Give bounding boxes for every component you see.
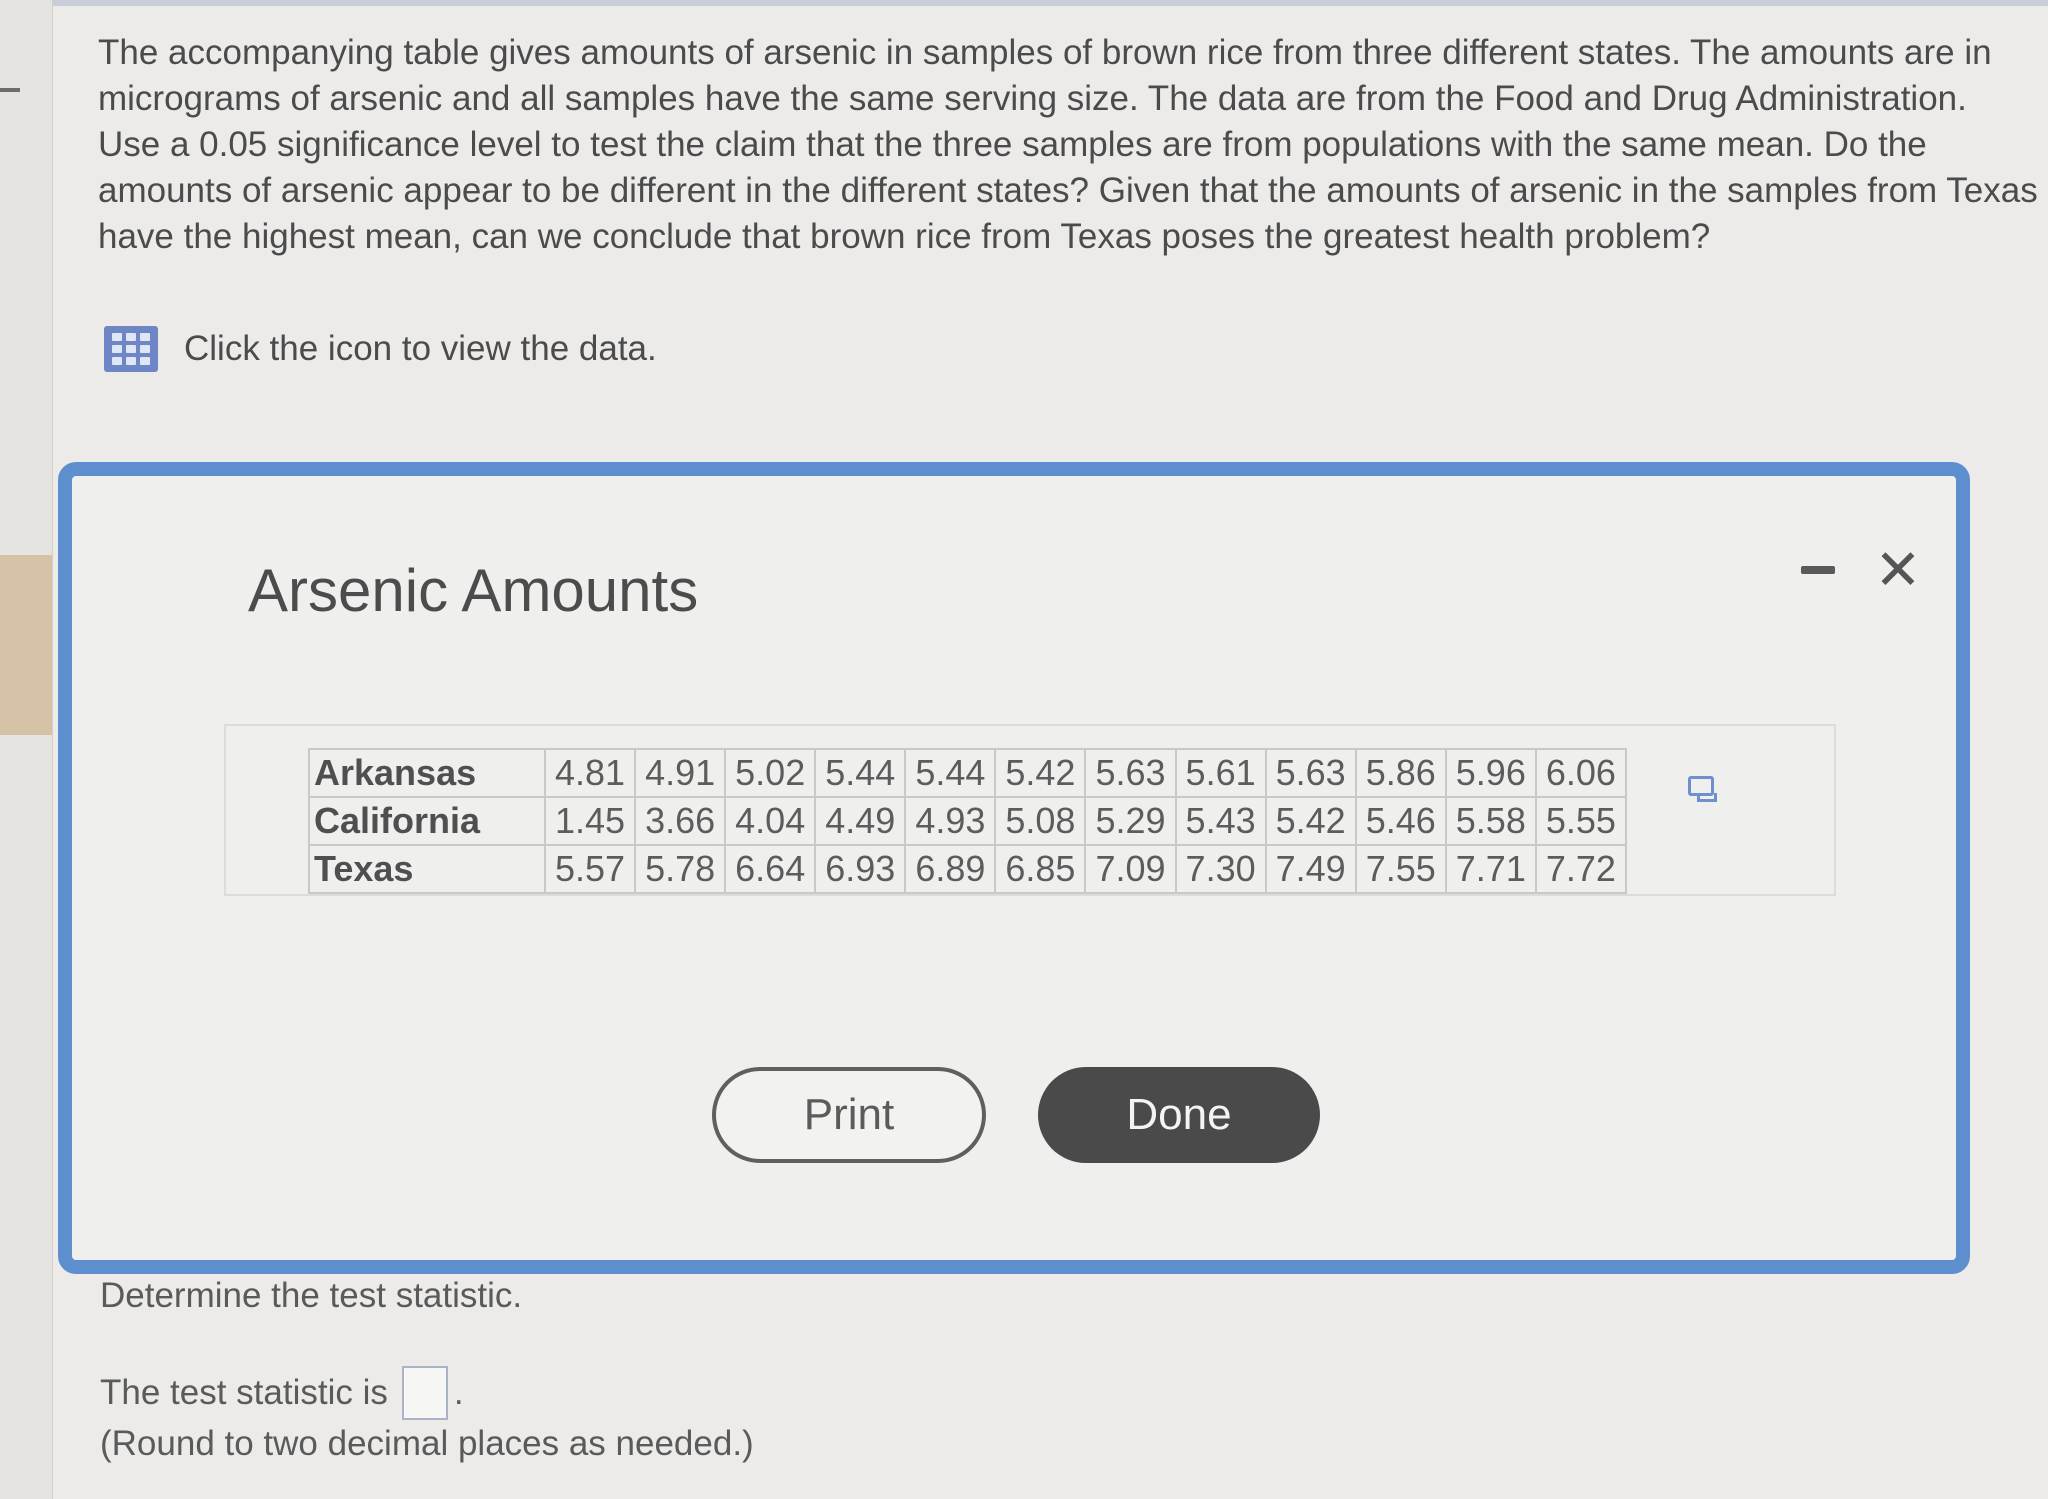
table-cell: 5.63: [1084, 748, 1177, 798]
table-cell: 6.89: [904, 844, 997, 894]
table-row: California 1.45 3.66 4.04 4.49 4.93 5.08 5.29 5.…: [308, 796, 1627, 846]
left-gutter-accent: [0, 555, 52, 735]
table-cell: 5.55: [1534, 796, 1627, 846]
table-cell: 5.57: [543, 844, 637, 894]
question-text: The accompanying table gives amounts of …: [98, 33, 2038, 256]
gutter-marker: [0, 88, 20, 92]
table-cell: 5.96: [1444, 748, 1537, 798]
table-cell: 1.45: [543, 796, 637, 846]
table-cell: 6.85: [994, 844, 1087, 894]
view-data-link[interactable]: Click the icon to view the data.: [104, 326, 657, 372]
row-label: Arkansas: [308, 748, 546, 798]
left-gutter: [0, 0, 53, 1499]
rounding-note: (Round to two decimal places as needed.): [100, 1424, 754, 1463]
close-icon: ✕: [1874, 538, 1922, 601]
top-border: [52, 0, 2048, 6]
table-cell: 4.49: [814, 796, 907, 846]
row-label: Texas: [308, 844, 546, 894]
table-cell: 7.09: [1084, 844, 1177, 894]
test-statistic-input[interactable]: [401, 1366, 448, 1420]
table-cell: 5.43: [1174, 796, 1267, 846]
table-cell: 5.63: [1264, 748, 1357, 798]
table-cell: 7.71: [1444, 844, 1537, 894]
arsenic-table: Arkansas 4.81 4.91 5.02 5.44 5.44 5.42 5.63 5.61…: [308, 748, 1627, 894]
table-cell: 5.44: [904, 748, 997, 798]
table-cell: 5.02: [724, 748, 817, 798]
table-cell: 4.93: [904, 796, 997, 846]
table-cell: 5.42: [1264, 796, 1357, 846]
table-cell: 6.06: [1534, 748, 1627, 798]
data-table-frame: Arkansas 4.81 4.91 5.02 5.44 5.44 5.42 5.63 5.61…: [224, 724, 1836, 896]
table-cell: 6.64: [724, 844, 817, 894]
data-dialog: Arsenic Amounts ✕ Arkansas 4.81 4.91 5.02 5.…: [58, 462, 1970, 1274]
table-cell: 6.93: [814, 844, 907, 894]
dialog-title: Arsenic Amounts: [248, 557, 699, 624]
table-row: Texas 5.57 5.78 6.64 6.93 6.89 6.85 7.09 7.30 7.4…: [308, 844, 1627, 894]
table-cell: 4.91: [634, 748, 727, 798]
minimize-icon: [1801, 566, 1835, 574]
determine-prompt: Determine the test statistic.: [100, 1276, 523, 1315]
test-statistic-line: The test statistic is .: [100, 1366, 464, 1420]
table-cell: 3.66: [634, 796, 727, 846]
table-cell: 4.81: [543, 748, 637, 798]
table-cell: 5.61: [1174, 748, 1267, 798]
copy-icon[interactable]: [1688, 776, 1717, 802]
table-cell: 5.29: [1084, 796, 1177, 846]
table-cell: 5.08: [994, 796, 1087, 846]
table-cell: 7.72: [1534, 844, 1627, 894]
table-cell: 7.30: [1174, 844, 1267, 894]
table-cell: 5.44: [814, 748, 907, 798]
done-button[interactable]: Done: [1038, 1067, 1320, 1163]
view-data-label[interactable]: Click the icon to view the data.: [184, 329, 657, 369]
table-cell: 5.78: [634, 844, 727, 894]
data-table-icon[interactable]: [104, 326, 158, 372]
row-label: California: [308, 796, 546, 846]
table-cell: 4.04: [724, 796, 817, 846]
test-statistic-period: .: [453, 1373, 464, 1412]
table-cell: 7.55: [1354, 844, 1447, 894]
minimize-button[interactable]: [1792, 544, 1844, 596]
table-row: Arkansas 4.81 4.91 5.02 5.44 5.44 5.42 5.63 5.61…: [308, 748, 1627, 798]
close-button[interactable]: ✕: [1872, 538, 1924, 601]
table-cell: 7.49: [1264, 844, 1357, 894]
table-cell: 5.58: [1444, 796, 1537, 846]
test-statistic-label: The test statistic is: [100, 1373, 388, 1412]
table-cell: 5.42: [994, 748, 1087, 798]
table-cell: 5.86: [1354, 748, 1447, 798]
print-button[interactable]: Print: [712, 1067, 986, 1163]
table-cell: 5.46: [1354, 796, 1447, 846]
